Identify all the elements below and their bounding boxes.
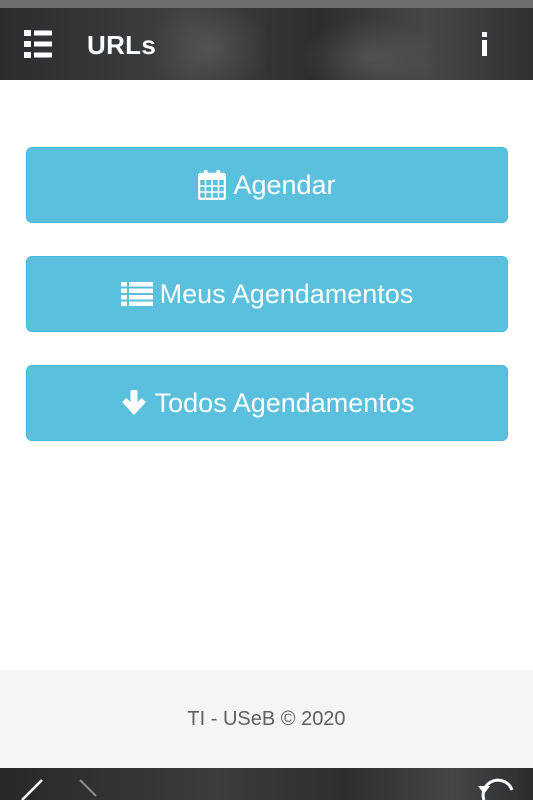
info-icon[interactable] [478, 30, 492, 58]
page-footer: TI - USeB © 2020 [0, 670, 533, 768]
agendar-button-label: Agendar [233, 169, 336, 200]
todos-agendamentos-button-label: Todos Agendamentos [154, 387, 415, 418]
arrow-down-icon [121, 390, 146, 415]
calendar-icon [198, 170, 227, 200]
list-icon [120, 282, 153, 306]
forward-arrow-icon[interactable] [76, 778, 106, 800]
agendar-button[interactable]: Agendar [26, 147, 508, 223]
todos-agendamentos-button[interactable]: Todos Agendamentos [26, 365, 508, 441]
list-menu-icon[interactable] [24, 30, 54, 58]
meus-agendamentos-button[interactable]: Meus Agendamentos [26, 256, 508, 332]
status-strip [0, 0, 533, 8]
footer-copyright: TI - USeB © 2020 [187, 707, 346, 730]
back-arrow-icon[interactable] [18, 778, 48, 800]
app-header: URLs [0, 8, 533, 80]
browser-nav-bar [0, 768, 533, 800]
app-page: URLs Agendar Meus Agendamentos Todos Age… [0, 0, 533, 800]
main-content: Agendar Meus Agendamentos Todos Agendame… [0, 80, 533, 670]
page-title: URLs [87, 30, 157, 60]
reload-icon[interactable] [476, 776, 520, 800]
meus-agendamentos-button-label: Meus Agendamentos [159, 278, 414, 309]
